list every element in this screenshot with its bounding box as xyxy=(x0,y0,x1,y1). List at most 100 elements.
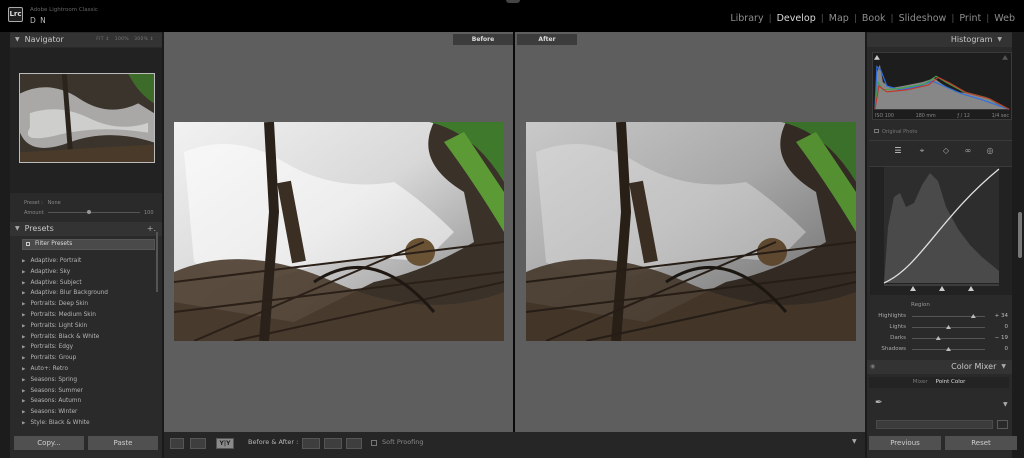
crop-icon[interactable]: ⌖ xyxy=(916,145,928,157)
region-slider-track[interactable] xyxy=(912,338,985,339)
copy-before-to-after-button[interactable] xyxy=(302,438,320,449)
collapse-triangle-icon: ▼ xyxy=(15,225,20,232)
preset-item[interactable]: ▶ Portraits: Medium Skin xyxy=(22,310,155,321)
presets-header[interactable]: ▼ Presets +. xyxy=(10,222,162,236)
point-color-menu-arrow-icon[interactable]: ▼ xyxy=(1003,401,1008,408)
module-web[interactable]: Web xyxy=(989,13,1020,24)
tab-point-color[interactable]: Point Color xyxy=(936,377,966,388)
loupe-view-button[interactable] xyxy=(170,438,184,449)
before-after-yy-button[interactable]: Y|Y xyxy=(216,438,234,449)
region-slider-label: Highlights xyxy=(878,313,906,319)
eye-toggle-icon[interactable]: ◉ xyxy=(870,363,875,370)
expand-triangle-icon: ▶ xyxy=(22,345,26,351)
preset-item[interactable]: ▶ Adaptive: Portrait xyxy=(22,256,155,267)
preset-item[interactable]: ▶ Seasons: Winter xyxy=(22,407,155,418)
navigator-header[interactable]: ▼ Navigator FIT ↕ 100% 300% ↕ xyxy=(10,33,162,47)
preset-item-label: Seasons: Winter xyxy=(30,409,78,416)
swap-before-after-button[interactable] xyxy=(346,438,362,449)
tone-curve-graph[interactable] xyxy=(870,167,1012,295)
right-panel-scrollbar[interactable] xyxy=(1018,212,1022,258)
previous-button[interactable]: Previous xyxy=(869,436,941,450)
filter-presets-label: Filter Presets xyxy=(35,241,73,247)
navigator-zoom-options[interactable]: FIT ↕ 100% 300% ↕ xyxy=(96,33,154,47)
zoom-100[interactable]: 100% xyxy=(115,37,129,42)
copy-after-to-before-button[interactable] xyxy=(324,438,342,449)
left-panel-scrollbar[interactable] xyxy=(156,232,158,292)
filter-presets-field[interactable]: Filter Presets xyxy=(22,239,155,250)
color-mixer-header[interactable]: Color Mixer ▼ xyxy=(867,360,1012,374)
preset-item[interactable]: ▶ Seasons: Autumn xyxy=(22,396,155,407)
preset-item[interactable]: ▶ Portraits: Deep Skin xyxy=(22,299,155,310)
collapse-triangle-icon: ▼ xyxy=(1001,363,1006,370)
navigator-thumbnail[interactable] xyxy=(19,73,155,163)
module-slideshow[interactable]: Slideshow xyxy=(894,13,952,24)
paste-button[interactable]: Paste xyxy=(88,436,158,450)
preset-list: ▶ Adaptive: Portrait ▶ Adaptive: Sky ▶ Adapti… xyxy=(22,256,155,429)
preset-item[interactable]: ▶ Adaptive: Sky xyxy=(22,267,155,278)
soft-proofing-checkbox[interactable] xyxy=(371,440,377,446)
panel-toggle-top[interactable] xyxy=(506,0,520,3)
module-print[interactable]: Print xyxy=(954,13,986,24)
preset-item[interactable]: ▶ Auto+: Retro xyxy=(22,364,155,375)
copy-button[interactable]: Copy... xyxy=(14,436,84,450)
point-color-swatch-bar[interactable] xyxy=(876,420,993,429)
histogram-header[interactable]: Histogram ▼ xyxy=(867,33,1012,47)
region-slider-value[interactable]: + 34 xyxy=(995,313,1008,319)
region-slider-value[interactable]: − 19 xyxy=(995,335,1008,341)
preset-item[interactable]: ▶ Adaptive: Blur Background xyxy=(22,288,155,299)
left-panel-edge[interactable] xyxy=(0,32,10,458)
region-slider-value[interactable]: 0 xyxy=(1005,324,1009,330)
preset-amount-knob[interactable] xyxy=(87,210,91,214)
edit-sliders-icon[interactable]: ☰ xyxy=(892,145,904,157)
point-color-swatch-box[interactable] xyxy=(997,420,1008,429)
preset-amount-value: 100 xyxy=(144,210,154,216)
eyedropper-icon[interactable]: ✒ xyxy=(875,398,883,408)
preset-item-label: Seasons: Spring xyxy=(30,376,78,383)
module-library[interactable]: Library xyxy=(725,13,768,24)
histogram-chart[interactable] xyxy=(872,52,1012,120)
preset-item-label: Portraits: Medium Skin xyxy=(30,311,96,318)
after-photo[interactable] xyxy=(526,122,856,341)
after-label: After xyxy=(517,34,577,45)
before-photo[interactable] xyxy=(174,122,504,341)
module-map[interactable]: Map xyxy=(824,13,854,24)
module-develop[interactable]: Develop xyxy=(772,13,821,24)
preset-reset-label: Preset : xyxy=(24,200,43,206)
preset-item[interactable]: ▶ Portraits: Edgy xyxy=(22,342,155,353)
module-book[interactable]: Book xyxy=(857,13,891,24)
preset-item[interactable]: ▶ Adaptive: Subject xyxy=(22,278,155,289)
exif-shutter: 1/4 sec xyxy=(991,114,1009,119)
grid-view-button[interactable] xyxy=(190,438,206,449)
preset-item[interactable]: ▶ Seasons: Summer xyxy=(22,386,155,397)
preset-item-label: Adaptive: Portrait xyxy=(30,258,82,264)
red-eye-icon[interactable]: ∞ xyxy=(962,145,974,157)
soft-proofing-label[interactable]: Soft Proofing xyxy=(382,438,424,446)
preset-item[interactable]: ▶ Portraits: Black & White xyxy=(22,332,155,343)
color-mixer-tabs: Mixer Point Color xyxy=(869,377,1009,388)
preset-item-label: Portraits: Group xyxy=(30,355,77,362)
preset-item[interactable]: ▶ Portraits: Group xyxy=(22,353,155,364)
zoom-fit[interactable]: FIT ↕ xyxy=(96,37,109,42)
zoom-300[interactable]: 300% ↕ xyxy=(134,37,154,42)
preset-reset-value: None xyxy=(47,200,61,206)
compare-divider xyxy=(513,32,515,432)
preset-item-label: Style: Black & White xyxy=(30,419,90,426)
preset-item[interactable]: ▶ Seasons: Spring xyxy=(22,375,155,386)
healing-eraser-icon[interactable]: ◇ xyxy=(940,145,952,157)
reset-button[interactable]: Reset xyxy=(945,436,1017,450)
masking-icon[interactable]: ◎ xyxy=(984,145,996,157)
preset-item[interactable]: ▶ Style: Black & White xyxy=(22,418,155,429)
original-photo-indicator: Original Photo xyxy=(874,129,917,135)
preset-amount-slider[interactable] xyxy=(48,212,140,213)
region-label: Region xyxy=(911,302,930,308)
add-preset-icon[interactable]: +. xyxy=(147,222,156,236)
region-slider-value[interactable]: 0 xyxy=(1005,346,1009,352)
region-row-highlights: Highlights + 34 xyxy=(870,312,1012,322)
preset-item[interactable]: ▶ Portraits: Light Skin xyxy=(22,321,155,332)
module-picker: Library | Develop | Map | Book | Slideshow | … xyxy=(725,13,1020,24)
before-label: Before xyxy=(453,34,513,45)
preset-item-label: Auto+: Retro xyxy=(30,365,68,372)
toolbar-menu-arrow-icon[interactable]: ▼ xyxy=(852,438,857,445)
app-name: Adobe Lightroom Classic xyxy=(30,7,98,13)
tab-mixer[interactable]: Mixer xyxy=(913,377,928,388)
